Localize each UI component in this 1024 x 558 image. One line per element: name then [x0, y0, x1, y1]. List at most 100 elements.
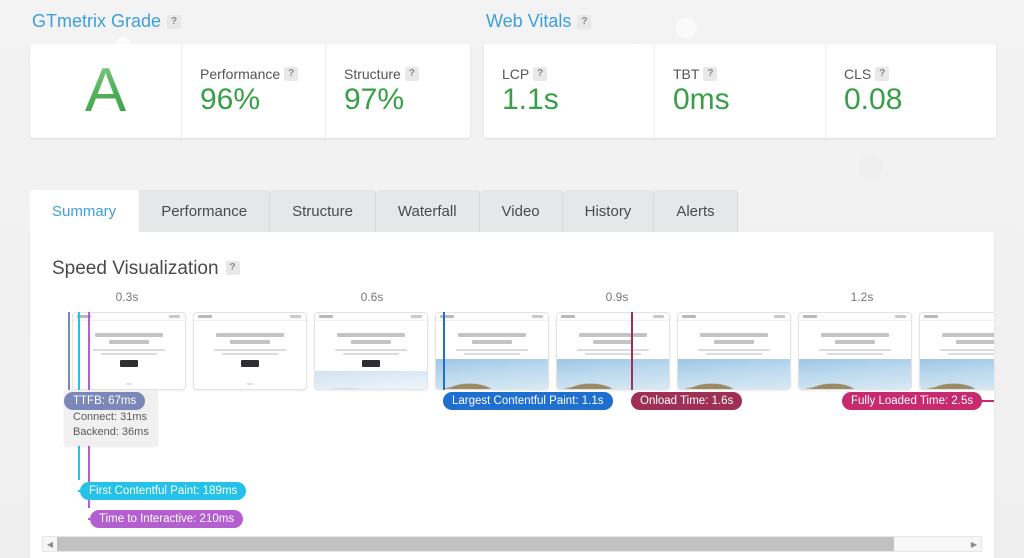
thumb-nav-links [895, 315, 906, 318]
grade-letter: A [85, 60, 126, 122]
ttfb-badge[interactable]: TTFB: 67ms [64, 392, 145, 410]
thumb-headline-line-2 [472, 340, 512, 344]
thumb-headline-line-2 [835, 340, 875, 344]
tab-label: Performance [161, 203, 247, 220]
filmstrip-thumbnail[interactable] [556, 312, 670, 390]
thumb-paragraph-line-1 [940, 349, 994, 351]
thumb-paragraph-line-2 [343, 353, 399, 355]
scrollbar-thumb[interactable] [57, 537, 894, 551]
metric-cls: CLS? 0.08 [826, 44, 996, 138]
thumb-cta-button [120, 360, 138, 367]
scrollbar-track[interactable] [57, 537, 967, 551]
performance-help-icon[interactable]: ? [284, 67, 298, 81]
thumb-headline-line-2 [593, 340, 633, 344]
metric-structure-label: Structure? [344, 66, 452, 82]
filmstrip-thumbnail[interactable] [193, 312, 307, 390]
metric-tbt-label: TBT? [673, 66, 807, 82]
gtmetrix-grade-heading: GTmetrix Grade? [32, 11, 181, 32]
thumb-paragraph-line-2 [948, 353, 994, 355]
filmstrip-thumbnail[interactable] [314, 312, 428, 390]
scroll-right-arrow[interactable]: ▶ [967, 537, 981, 551]
thumb-footer-mark [126, 383, 132, 385]
thumb-nav-links [532, 315, 543, 318]
summary-panel: Speed Visualization? 0.3s0.6s0.9s1.2s1.5… [30, 232, 994, 558]
filmstrip-scrollbar[interactable]: ◀ ▶ [42, 536, 982, 552]
timeline-tick: 0.6s [361, 290, 384, 304]
tab-label: Waterfall [398, 203, 457, 220]
thumb-headline-line-1 [821, 333, 889, 337]
grade-cell: A [30, 44, 182, 138]
thumb-paragraph-line-1 [335, 349, 407, 351]
tab-label: Video [502, 203, 540, 220]
tab-history[interactable]: History [563, 190, 655, 232]
metric-cls-value: 0.08 [844, 84, 978, 116]
metric-performance: Performance? 96% [182, 44, 326, 138]
thumb-paragraph-line-1 [698, 349, 770, 351]
tab-label: Summary [52, 203, 116, 220]
lcp-help-icon[interactable]: ? [533, 67, 547, 81]
thumb-paragraph-line-1 [214, 349, 286, 351]
thumb-headline-line-2 [109, 340, 149, 344]
timeline-tick: 0.3s [116, 290, 139, 304]
web-vitals-help-icon[interactable]: ? [577, 15, 591, 29]
thumb-paragraph-line-2 [101, 353, 157, 355]
filmstrip-thumbnail[interactable] [435, 312, 549, 390]
thumb-site-logo [561, 315, 575, 318]
filmstrip-thumbnail[interactable] [677, 312, 791, 390]
thumb-paragraph-line-1 [819, 349, 891, 351]
structure-help-icon[interactable]: ? [405, 67, 419, 81]
thumb-headline-line-2 [714, 340, 754, 344]
gtmetrix-grade-help-icon[interactable]: ? [167, 15, 181, 29]
first-contentful-paint-badge[interactable]: First Contentful Paint: 189ms [80, 482, 246, 500]
ttfb-backend: Backend: 36ms [73, 425, 149, 440]
thumb-nav-links [774, 315, 785, 318]
speed-visualization-title: Speed Visualization? [52, 258, 240, 280]
web-vitals-heading-text: Web Vitals [486, 11, 571, 31]
fully-loaded-time-badge[interactable]: Fully Loaded Time: 2.5s [842, 392, 982, 410]
largest-contentful-paint-badge[interactable]: Largest Contentful Paint: 1.1s [443, 392, 613, 410]
thumb-paragraph-line-2 [222, 353, 278, 355]
timeline-tick: 1.2s [851, 290, 874, 304]
metric-lcp-label: LCP? [502, 66, 636, 82]
tab-performance[interactable]: Performance [139, 190, 270, 232]
thumb-paragraph-line-1 [577, 349, 649, 351]
thumb-headline-line-1 [579, 333, 647, 337]
speed-visualization-help-icon[interactable]: ? [226, 261, 240, 275]
thumb-nav-links [411, 315, 422, 318]
metric-cls-label: CLS? [844, 66, 978, 82]
thumb-hero-image [436, 359, 548, 389]
tbt-help-icon[interactable]: ? [703, 67, 717, 81]
filmstrip-thumbnail[interactable] [798, 312, 912, 390]
cls-help-icon[interactable]: ? [875, 67, 889, 81]
metric-structure: Structure? 97% [326, 44, 470, 138]
thumb-headline-line-2 [956, 340, 994, 344]
tab-alerts[interactable]: Alerts [654, 190, 737, 232]
thumb-site-logo [803, 315, 817, 318]
filmstrip-thumbnail[interactable] [919, 312, 994, 390]
thumb-headline-line-1 [337, 333, 405, 337]
tab-summary[interactable]: Summary [30, 190, 139, 232]
tab-label: History [585, 203, 632, 220]
thumb-headline-line-1 [458, 333, 526, 337]
thumb-hero-image [920, 359, 994, 389]
thumb-hero-image [799, 359, 911, 389]
metric-performance-value: 96% [200, 84, 307, 116]
tab-label: Alerts [676, 203, 714, 220]
thumb-cta-button [362, 360, 380, 367]
tab-waterfall[interactable]: Waterfall [376, 190, 480, 232]
metric-lcp: LCP? 1.1s [484, 44, 655, 138]
speed-visualization-title-text: Speed Visualization [52, 258, 219, 279]
thumb-site-logo [682, 315, 696, 318]
report-tabs: Summary Performance Structure Waterfall Vide… [30, 190, 738, 232]
onload-time-badge[interactable]: Onload Time: 1.6s [631, 392, 742, 410]
thumb-headline-line-1 [216, 333, 284, 337]
tab-structure[interactable]: Structure [270, 190, 376, 232]
tab-video[interactable]: Video [480, 190, 563, 232]
thumb-paragraph-line-2 [464, 353, 520, 355]
scroll-left-arrow[interactable]: ◀ [43, 537, 57, 551]
gtmetrix-grade-heading-text: GTmetrix Grade [32, 11, 161, 31]
thumb-headline-line-2 [230, 340, 270, 344]
thumb-headline-line-1 [700, 333, 768, 337]
ttfb-connect: Connect: 31ms [73, 410, 149, 425]
time-to-interactive-badge[interactable]: Time to Interactive: 210ms [90, 510, 243, 528]
